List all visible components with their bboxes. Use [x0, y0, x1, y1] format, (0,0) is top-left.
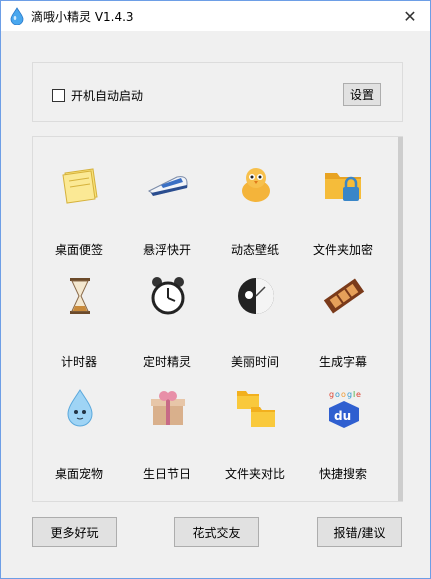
- tool-label: 快捷搜索: [318, 467, 367, 481]
- locked-folder-icon: [325, 173, 361, 201]
- tool-live-wallpaper[interactable]: 动态壁纸: [215, 157, 295, 257]
- tool-label: 美丽时间: [230, 355, 279, 369]
- water-drop-pet-icon: [67, 389, 93, 427]
- tools-grid: 桌面便签 悬浮快开 动态壁纸 文件夹加密 计时器 定时精灵 美丽时间 生成字幕 …: [32, 136, 403, 502]
- tool-desktop-pet[interactable]: 桌面宠物: [39, 381, 119, 481]
- tool-label: 文件夹对比: [224, 467, 285, 481]
- tool-label: 定时精灵: [142, 355, 191, 369]
- gift-box-icon: [151, 391, 185, 425]
- water-drop-app-icon: [10, 7, 24, 25]
- tool-label: 计时器: [60, 355, 97, 369]
- svg-text:l: l: [353, 390, 355, 399]
- bullet-train-icon: [148, 176, 188, 196]
- more-fun-button[interactable]: 更多好玩: [32, 517, 117, 547]
- tool-folder-compare[interactable]: 文件夹对比: [215, 381, 295, 481]
- tool-birthdays-holidays[interactable]: 生日节日: [127, 381, 207, 481]
- film-strip-icon: [323, 278, 365, 314]
- svg-text:o: o: [341, 390, 346, 399]
- svg-text:g: g: [329, 390, 334, 399]
- svg-text:g: g: [347, 390, 352, 399]
- autostart-label[interactable]: 开机自动启动: [71, 87, 143, 104]
- tool-label: 生日节日: [142, 467, 191, 481]
- settings-button[interactable]: 设置: [343, 83, 381, 106]
- feedback-button[interactable]: 报错/建议: [317, 517, 402, 547]
- tool-label: 悬浮快开: [142, 243, 191, 257]
- alarm-clock-icon: [151, 277, 185, 315]
- chick-icon: [242, 168, 270, 202]
- title-bar[interactable]: 滴哦小精灵 V1.4.3 ✕: [1, 1, 430, 31]
- tool-label: 桌面便签: [54, 243, 103, 257]
- svg-text:o: o: [335, 390, 340, 399]
- close-icon: ✕: [403, 6, 417, 26]
- window-title: 滴哦小精灵 V1.4.3: [31, 10, 134, 24]
- hourglass-icon: [70, 278, 90, 314]
- tool-scheduler[interactable]: 定时精灵: [127, 269, 207, 369]
- tools-scrollbar[interactable]: [398, 137, 403, 501]
- main-window: 滴哦小精灵 V1.4.3 ✕ 开机自动启动 设置 桌面便签 悬浮快开 动态壁纸 …: [0, 0, 431, 579]
- close-button[interactable]: ✕: [390, 1, 430, 31]
- baidu-search-icon: g o o g l e du: [329, 390, 361, 428]
- tool-quick-search[interactable]: g o o g l e du 快捷搜索: [303, 381, 383, 481]
- friends-button[interactable]: 花式交友: [174, 517, 259, 547]
- folder-compare-icon: [237, 391, 275, 427]
- artistic-clock-icon: [238, 278, 274, 314]
- svg-text:du: du: [334, 409, 351, 423]
- tool-label: 桌面宠物: [54, 467, 103, 481]
- autostart-checkbox-row[interactable]: 开机自动启动: [52, 87, 143, 104]
- tool-label: 动态壁纸: [230, 243, 279, 257]
- autostart-checkbox[interactable]: [52, 89, 65, 102]
- tool-beautiful-time[interactable]: 美丽时间: [215, 269, 295, 369]
- tool-subtitles[interactable]: 生成字幕: [303, 269, 383, 369]
- svg-text:e: e: [356, 390, 361, 399]
- tool-folder-encrypt[interactable]: 文件夹加密: [303, 157, 383, 257]
- sticky-note-icon: [62, 168, 98, 204]
- tool-label: 文件夹加密: [312, 243, 373, 257]
- startup-group: 开机自动启动 设置: [32, 62, 403, 122]
- tool-timer[interactable]: 计时器: [39, 269, 119, 369]
- tool-label: 生成字幕: [318, 355, 367, 369]
- tool-floating-launcher[interactable]: 悬浮快开: [127, 157, 207, 257]
- tool-sticky-notes[interactable]: 桌面便签: [39, 157, 119, 257]
